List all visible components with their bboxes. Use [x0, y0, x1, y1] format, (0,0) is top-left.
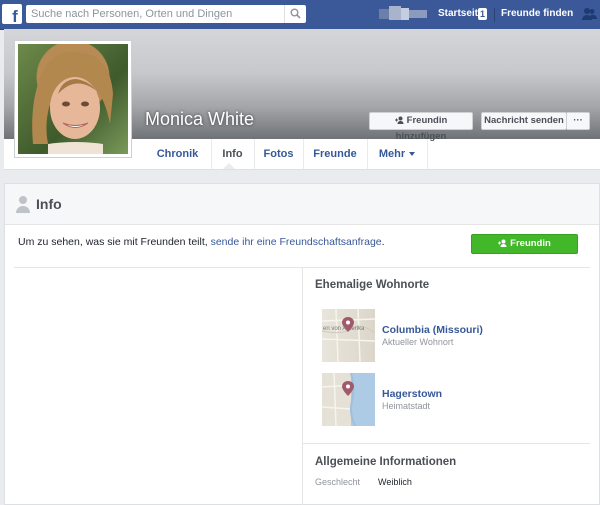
- send-message-button[interactable]: Nachricht senden: [481, 112, 567, 130]
- tab-fotos[interactable]: Fotos: [254, 139, 304, 169]
- send-friend-request-link[interactable]: sende ihr eine Freundschaftsanfrage: [211, 236, 382, 248]
- place-name-hagerstown[interactable]: Hagerstown: [382, 388, 442, 400]
- info-title: Info: [36, 196, 62, 212]
- search-box: [26, 5, 306, 23]
- nav-divider: [494, 8, 495, 22]
- friend-note-end: .: [381, 236, 385, 248]
- map-thumbnail-columbia[interactable]: en von Amerika: [322, 309, 375, 362]
- add-friend-button[interactable]: Freundin hinzufügen: [369, 112, 473, 142]
- more-options-button[interactable]: ···: [567, 112, 590, 130]
- add-friend-green-button[interactable]: Freundin hinzufügen: [471, 234, 578, 267]
- search-button[interactable]: [284, 5, 306, 23]
- active-tab-indicator: [223, 163, 235, 169]
- profile-picture[interactable]: [14, 40, 132, 158]
- nav-find-friends-link[interactable]: Freunde finden: [501, 8, 573, 19]
- info-header: Info: [5, 184, 599, 225]
- places-title: Ehemalige Wohnorte: [315, 279, 430, 291]
- friend-note-text: Um zu sehen, was sie mit Freunden teilt,: [18, 236, 211, 248]
- facebook-logo-icon[interactable]: f: [2, 4, 22, 24]
- friend-requests-icon[interactable]: [581, 6, 597, 22]
- nav-home-link[interactable]: Startseite: [438, 8, 484, 19]
- section-divider: [303, 443, 590, 444]
- home-notification-badge: 1: [478, 8, 488, 20]
- place-name-columbia[interactable]: Columbia (Missouri): [382, 324, 483, 336]
- chevron-down-icon: [409, 152, 416, 157]
- tab-freunde[interactable]: Freunde: [303, 139, 368, 169]
- place-sub-columbia: Aktueller Wohnort: [382, 337, 454, 347]
- add-friend-icon: [394, 116, 404, 125]
- add-friend-icon: [498, 239, 507, 248]
- map-thumbnail-hagerstown[interactable]: [322, 373, 375, 426]
- top-navigation-bar: f Startseite 1 Freunde finden: [0, 0, 600, 30]
- search-input[interactable]: [31, 6, 281, 22]
- search-icon: [290, 8, 301, 19]
- friend-request-note: Um zu sehen, was sie mit Freunden teilt,…: [18, 236, 385, 248]
- general-info-title: Allgemeine Informationen: [315, 456, 457, 468]
- profile-photo: [18, 44, 128, 154]
- tab-chronik[interactable]: Chronik: [144, 139, 212, 169]
- gender-value: Weiblich: [378, 477, 412, 487]
- person-icon: [16, 196, 30, 213]
- place-sub-hagerstown: Heimatstadt: [382, 401, 431, 411]
- column-divider: [302, 268, 303, 505]
- gender-label: Geschlecht: [315, 477, 361, 487]
- user-avatar-chip[interactable]: [379, 6, 429, 22]
- profile-name: Monica White: [145, 109, 255, 129]
